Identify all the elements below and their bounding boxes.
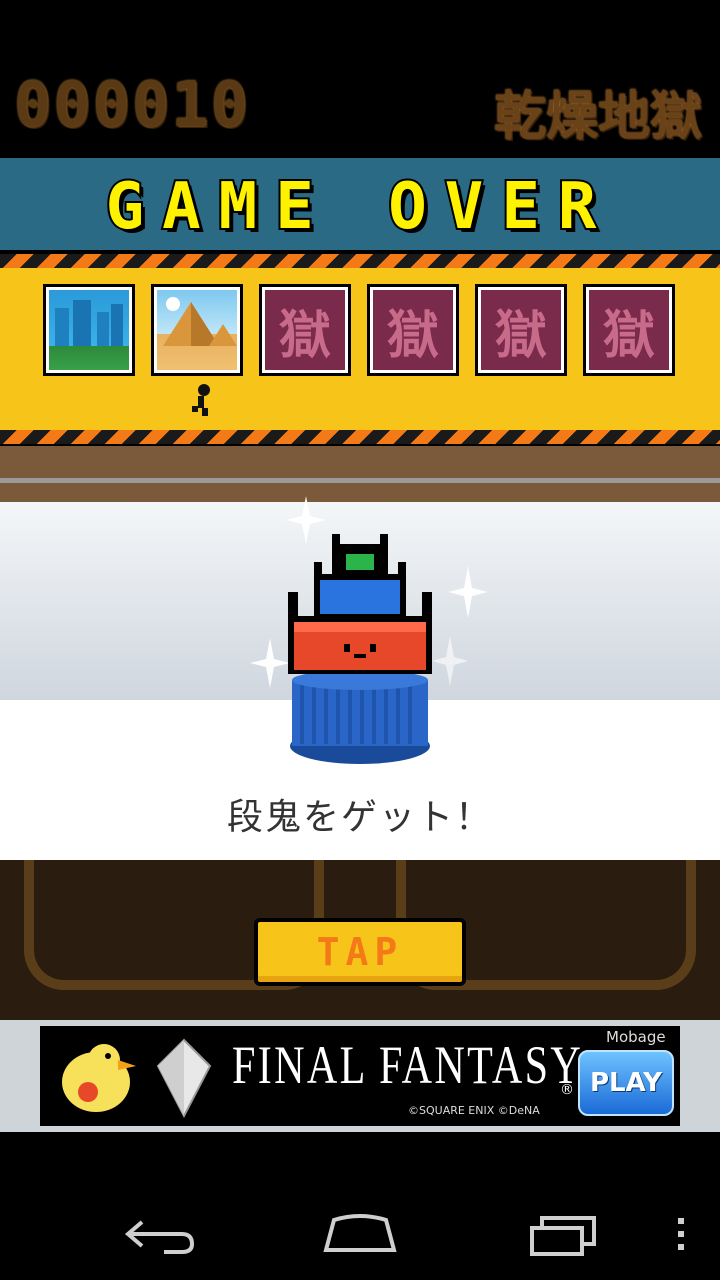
city-stage-icon bbox=[55, 300, 123, 346]
stage-tile-3-locked[interactable]: 獄 bbox=[259, 284, 351, 376]
game-over-title: GAME OVER bbox=[104, 168, 615, 246]
home-icon[interactable] bbox=[322, 1212, 398, 1254]
hazard-stripe-bottom bbox=[0, 430, 720, 444]
navigation-bar bbox=[0, 1132, 720, 1280]
ad-title: FINAL FANTASY bbox=[232, 1035, 584, 1095]
tap-button[interactable]: TAP bbox=[254, 918, 466, 986]
player-marker-icon bbox=[192, 384, 210, 416]
result-message: 段鬼をゲット！ bbox=[226, 797, 493, 838]
stage-tile-1[interactable] bbox=[43, 284, 135, 376]
rail-strip bbox=[0, 446, 720, 502]
dan-oni-character bbox=[288, 534, 432, 764]
stage-tile-6-locked[interactable]: 獄 bbox=[583, 284, 675, 376]
rail-line bbox=[0, 478, 720, 483]
ad-play-button[interactable]: PLAY bbox=[578, 1050, 674, 1116]
sparkle-icon bbox=[432, 636, 468, 686]
stage-tile-4-locked[interactable]: 獄 bbox=[367, 284, 459, 376]
locked-stage-glyph: 獄 bbox=[386, 305, 439, 366]
locked-stage-glyph: 獄 bbox=[602, 305, 655, 366]
crystal-icon bbox=[156, 1038, 212, 1119]
ad-copyright: ©SQUARE ENIX ©DeNA bbox=[408, 1104, 540, 1117]
stage-tile-2[interactable] bbox=[151, 284, 243, 376]
back-icon[interactable] bbox=[124, 1214, 196, 1256]
ad-registered-mark: ® bbox=[560, 1082, 574, 1098]
stage-tile-5-locked[interactable]: 獄 bbox=[475, 284, 567, 376]
locked-stage-glyph: 獄 bbox=[494, 305, 547, 366]
ad-brand: Mobage bbox=[606, 1028, 666, 1046]
locked-stage-glyph: 獄 bbox=[278, 305, 331, 366]
chocobo-icon bbox=[62, 1044, 136, 1112]
overflow-menu-icon[interactable] bbox=[674, 1216, 688, 1252]
stage-name: 乾燥地獄 bbox=[493, 87, 702, 147]
score-counter: 000010 bbox=[14, 68, 250, 141]
sparkle-icon bbox=[448, 566, 488, 618]
pyramid-stage-icon bbox=[163, 297, 237, 346]
recent-apps-icon[interactable] bbox=[528, 1214, 598, 1256]
hazard-stripe-top bbox=[0, 254, 720, 268]
